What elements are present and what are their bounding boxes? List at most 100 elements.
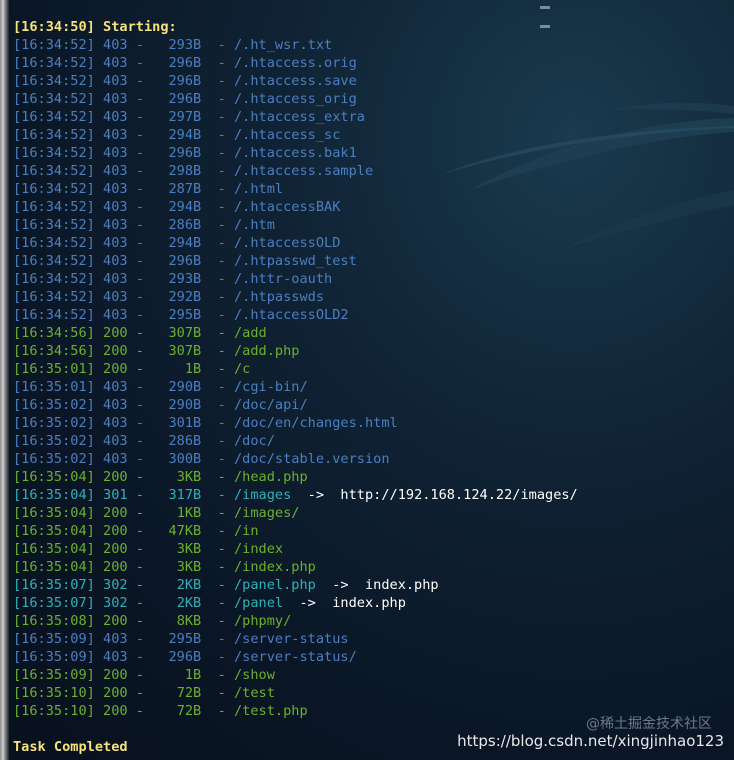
log-size: 290B	[168, 379, 202, 395]
log-time: [16:34:52]	[13, 127, 95, 143]
log-status: 403	[103, 199, 128, 215]
log-status: 200	[103, 541, 128, 557]
log-path: /head.php	[234, 469, 308, 485]
log-time: [16:34:52]	[13, 37, 95, 53]
log-line: [16:34:52] 403 - 294B - /.htaccessOLD	[13, 235, 341, 251]
start-line: [16:34:50] Starting:	[13, 19, 177, 35]
log-time: [16:34:52]	[13, 181, 95, 197]
log-size: 1B	[184, 667, 202, 683]
log-size: 293B	[168, 271, 202, 287]
log-size: 296B	[168, 73, 202, 89]
log-time: [16:34:52]	[13, 235, 95, 251]
log-time: [16:35:09]	[13, 667, 95, 683]
log-path: /panel.php	[234, 577, 316, 593]
log-path: /test	[234, 685, 275, 701]
log-time: [16:35:01]	[13, 361, 95, 377]
log-size: 286B	[168, 433, 202, 449]
log-rows: [16:34:52] 403 - 293B - /.ht_wsr.txt [16:…	[13, 36, 733, 720]
log-size: 2KB	[176, 577, 202, 593]
log-time: [16:34:52]	[13, 199, 95, 215]
log-size: 294B	[168, 199, 202, 215]
log-size: 296B	[168, 649, 202, 665]
log-path: /.htaccess_sc	[234, 127, 341, 143]
log-line: [16:35:04] 200 - 3KB - /index.php	[13, 559, 316, 575]
log-path: /cgi-bin/	[234, 379, 308, 395]
log-path: /index.php	[234, 559, 316, 575]
log-status: 403	[103, 217, 128, 233]
log-path: /doc/	[234, 433, 275, 449]
log-line: [16:35:01] 200 - 1B - /c	[13, 361, 251, 377]
log-line: [16:35:09] 403 - 295B - /server-status	[13, 631, 349, 647]
log-line: [16:34:52] 403 - 296B - /.htaccess.save	[13, 73, 357, 89]
log-status: 200	[103, 559, 128, 575]
log-time: [16:34:52]	[13, 109, 95, 125]
log-line: [16:34:56] 200 - 307B - /add	[13, 325, 267, 341]
log-time: [16:34:52]	[13, 145, 95, 161]
log-line: [16:35:07] 302 - 2KB - /panel.php -> ind…	[13, 577, 439, 593]
log-line: [16:35:10] 200 - 72B - /test	[13, 685, 275, 701]
log-size: 292B	[168, 289, 202, 305]
log-size: 317B	[168, 487, 202, 503]
log-size: 2KB	[176, 595, 202, 611]
log-status: 403	[103, 91, 128, 107]
log-status: 403	[103, 271, 128, 287]
log-status: 403	[103, 631, 128, 647]
log-status: 403	[103, 397, 128, 413]
log-path: /.ht_wsr.txt	[234, 37, 333, 53]
log-size: 1KB	[176, 505, 202, 521]
log-status: 403	[103, 55, 128, 71]
log-path: /panel	[234, 595, 284, 611]
log-line: [16:34:52] 403 - 296B - /.htpasswd_test	[13, 253, 357, 269]
log-time: [16:35:04]	[13, 523, 95, 539]
log-line: [16:35:04] 200 - 3KB - /head.php	[13, 469, 308, 485]
log-time: [16:35:02]	[13, 397, 95, 413]
log-size: 72B	[176, 703, 202, 719]
watermark-url: https://blog.csdn.net/xingjinhao123	[457, 732, 724, 750]
log-size: 3KB	[176, 559, 202, 575]
log-time: [16:34:52]	[13, 91, 95, 107]
terminal-window[interactable]: [16:34:50] Starting: [16:34:52] 403 - 29…	[0, 0, 734, 760]
log-time: [16:34:52]	[13, 217, 95, 233]
log-path: /c	[234, 361, 251, 377]
log-size: 290B	[168, 397, 202, 413]
log-status: 403	[103, 289, 128, 305]
log-size: 295B	[168, 307, 202, 323]
log-status: 403	[103, 181, 128, 197]
log-line: [16:34:52] 403 - 296B - /.htaccess.bak1	[13, 145, 357, 161]
log-size: 297B	[168, 109, 202, 125]
log-path: /.htaccessOLD	[234, 235, 341, 251]
log-line: [16:34:52] 403 - 292B - /.htpasswds	[13, 289, 325, 305]
log-size: 296B	[168, 55, 202, 71]
log-size: 296B	[168, 253, 202, 269]
log-time: [16:35:04]	[13, 487, 95, 503]
log-status: 200	[103, 523, 128, 539]
log-line: [16:34:52] 403 - 298B - /.htaccess.sampl…	[13, 163, 374, 179]
log-time: [16:35:09]	[13, 649, 95, 665]
log-time: [16:35:10]	[13, 703, 95, 719]
log-time: [16:34:56]	[13, 325, 95, 341]
log-path: /show	[234, 667, 275, 683]
log-time: [16:35:04]	[13, 541, 95, 557]
log-size: 47KB	[168, 523, 202, 539]
log-time: [16:35:04]	[13, 469, 95, 485]
log-path: /images	[234, 487, 292, 503]
log-status: 403	[103, 253, 128, 269]
log-status: 403	[103, 307, 128, 323]
log-path: /.htaccess.sample	[234, 163, 374, 179]
log-status: 200	[103, 343, 128, 359]
log-size: 307B	[168, 343, 202, 359]
log-time: [16:34:56]	[13, 343, 95, 359]
log-status: 403	[103, 379, 128, 395]
log-size: 296B	[168, 145, 202, 161]
log-line: [16:35:04] 301 - 317B - /images -> http:…	[13, 487, 578, 503]
log-size: 307B	[168, 325, 202, 341]
log-path: /phpmy/	[234, 613, 292, 629]
log-line: [16:34:52] 403 - 296B - /.htaccess.orig	[13, 55, 357, 71]
log-time: [16:34:52]	[13, 163, 95, 179]
log-redirect-target: http://192.168.124.22/images/	[340, 487, 578, 503]
redirect-arrow: ->	[315, 577, 365, 593]
log-status: 403	[103, 163, 128, 179]
log-line: [16:35:02] 403 - 290B - /doc/api/	[13, 397, 308, 413]
log-size: 293B	[168, 37, 202, 53]
log-size: 301B	[168, 415, 202, 431]
